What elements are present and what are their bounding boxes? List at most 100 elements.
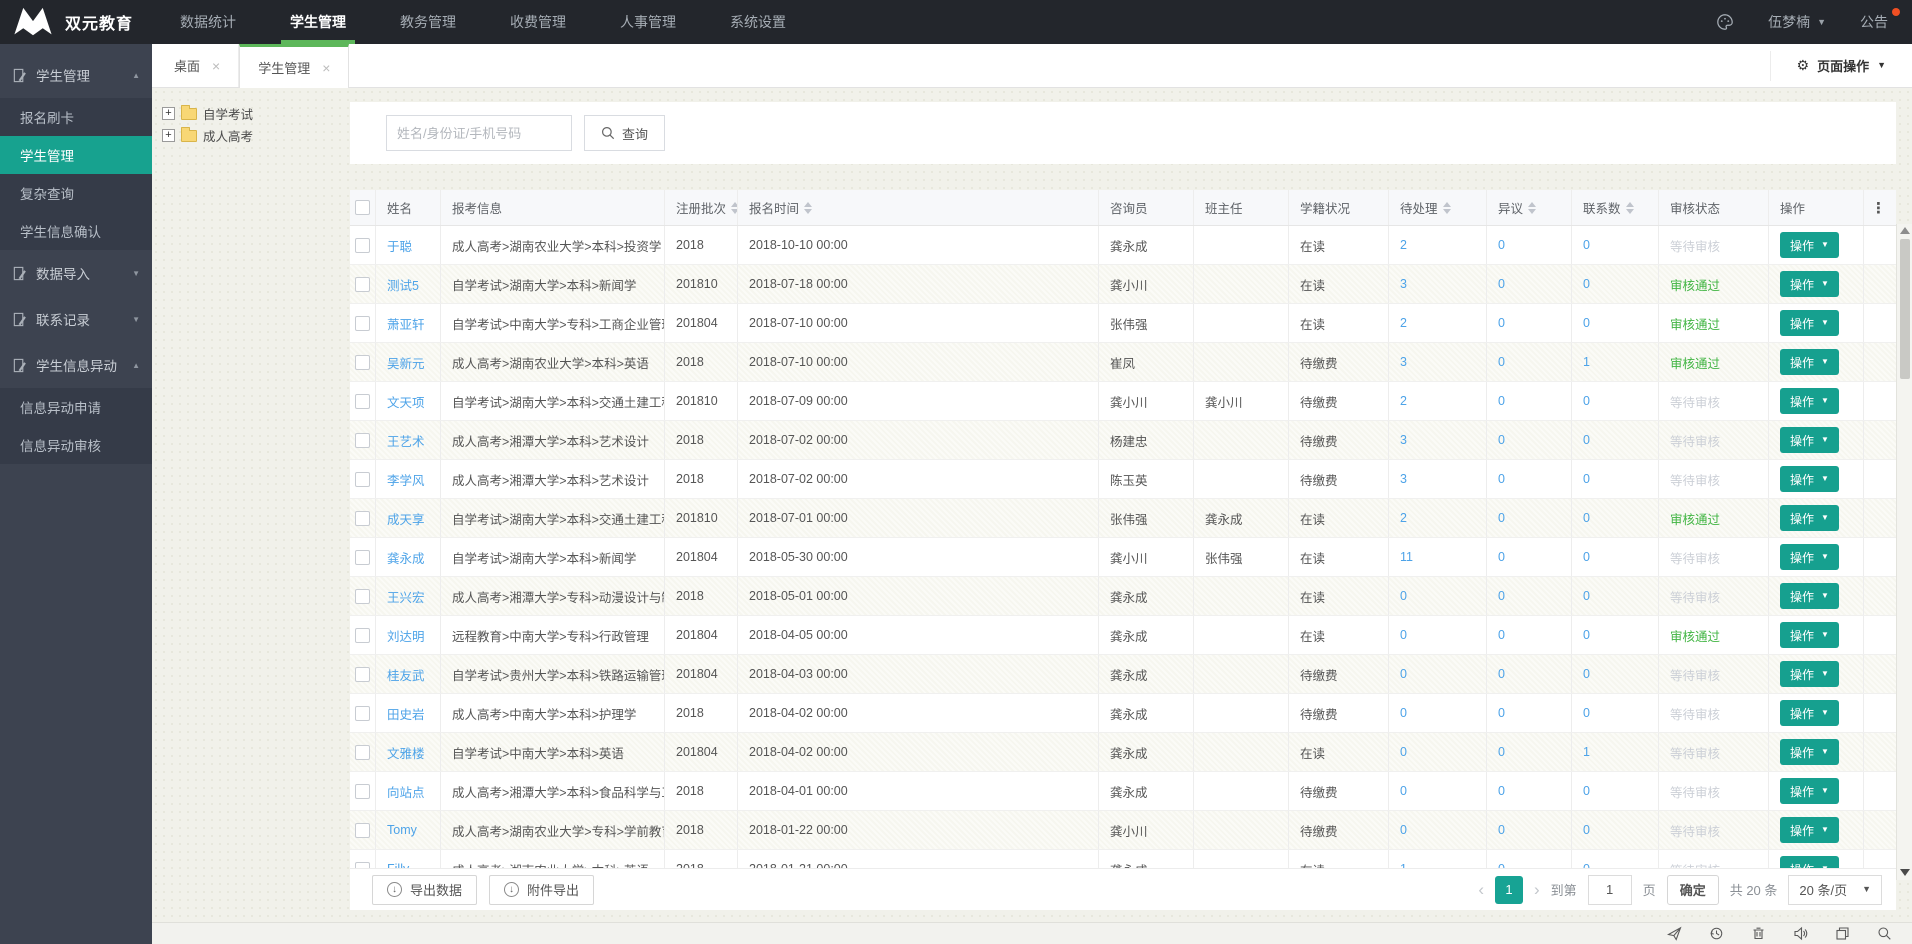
column-header[interactable]: 审核状态 [1659,190,1769,225]
tree-item[interactable]: + 自学考试 [162,102,342,124]
sidebar-item[interactable]: 信息异动审核 [0,426,152,464]
contacts-count-link[interactable]: 0 [1583,823,1590,837]
nav-item[interactable]: 学生管理 [263,0,373,44]
column-header[interactable]: 班主任 [1194,190,1289,225]
row-actions-button[interactable]: 操作 ▼ [1780,505,1839,531]
row-checkbox[interactable] [355,667,370,682]
contacts-count-link[interactable]: 1 [1583,355,1590,369]
row-actions-button[interactable]: 操作 ▼ [1780,349,1839,375]
sort-icon[interactable] [804,202,812,214]
nav-item[interactable]: 系统设置 [703,0,813,44]
row-checkbox[interactable] [355,238,370,253]
sort-icon[interactable] [1528,202,1536,214]
dispute-count-link[interactable]: 0 [1498,238,1505,252]
student-name-link[interactable]: Filly [387,862,409,868]
row-actions-button[interactable]: 操作 ▼ [1780,427,1839,453]
dispute-count-link[interactable]: 0 [1498,706,1505,720]
row-actions-button[interactable]: 操作 ▼ [1780,310,1839,336]
pending-count-link[interactable]: 2 [1400,316,1407,330]
dispute-count-link[interactable]: 0 [1498,745,1505,759]
row-actions-button[interactable]: 操作 ▼ [1780,466,1839,492]
sidebar-item[interactable]: 报名刷卡 [0,98,152,136]
tab-close-icon[interactable]: × [322,61,330,75]
row-actions-button[interactable]: 操作 ▼ [1780,232,1839,258]
column-header[interactable]: 报名时间 [738,190,1099,225]
pending-count-link[interactable]: 0 [1400,589,1407,603]
tab[interactable]: 学生管理 × [239,44,349,88]
student-name-link[interactable]: 吴新元 [387,353,425,372]
sort-icon[interactable] [1443,202,1451,214]
row-actions-button[interactable]: 操作 ▼ [1780,388,1839,414]
speaker-icon[interactable] [1793,926,1808,941]
tree-item[interactable]: + 成人高考 [162,124,342,146]
row-checkbox[interactable] [355,355,370,370]
jump-confirm-button[interactable]: 确定 [1667,875,1719,905]
dispute-count-link[interactable]: 0 [1498,784,1505,798]
row-actions-button[interactable]: 操作 ▼ [1780,856,1839,868]
contacts-count-link[interactable]: 1 [1583,745,1590,759]
pending-count-link[interactable]: 0 [1400,706,1407,720]
column-header[interactable]: 联系数 [1572,190,1659,225]
student-name-link[interactable]: 文天项 [387,392,425,411]
pending-count-link[interactable]: 0 [1400,745,1407,759]
row-checkbox[interactable] [355,433,370,448]
student-name-link[interactable]: 文雅楼 [387,743,425,762]
nav-item[interactable]: 教务管理 [373,0,483,44]
column-header[interactable]: 咨询员 [1099,190,1194,225]
pending-count-link[interactable]: 0 [1400,784,1407,798]
history-icon[interactable] [1709,926,1724,941]
student-name-link[interactable]: 成天享 [387,509,425,528]
contacts-count-link[interactable]: 0 [1583,628,1590,642]
student-name-link[interactable]: 王兴宏 [387,587,425,606]
dispute-count-link[interactable]: 0 [1498,433,1505,447]
search-icon[interactable] [1877,926,1892,941]
contacts-count-link[interactable]: 0 [1583,316,1590,330]
student-name-link[interactable]: 于聪 [387,236,412,255]
rocket-icon[interactable] [1667,926,1682,941]
row-actions-button[interactable]: 操作 ▼ [1780,622,1839,648]
row-checkbox[interactable] [355,316,370,331]
sidebar-item[interactable]: 学生管理 ▲ [0,52,152,98]
column-header[interactable]: 姓名 [376,190,441,225]
dispute-count-link[interactable]: 0 [1498,277,1505,291]
nav-item[interactable]: 人事管理 [593,0,703,44]
contacts-count-link[interactable]: 0 [1583,433,1590,447]
pending-count-link[interactable]: 2 [1400,394,1407,408]
row-checkbox[interactable] [355,394,370,409]
contacts-count-link[interactable]: 0 [1583,394,1590,408]
sidebar-item[interactable]: 复杂查询 [0,174,152,212]
dispute-count-link[interactable]: 0 [1498,316,1505,330]
dispute-count-link[interactable]: 0 [1498,550,1505,564]
pending-count-link[interactable]: 0 [1400,667,1407,681]
sort-icon[interactable] [731,202,738,214]
trash-icon[interactable] [1751,926,1766,941]
row-actions-button[interactable]: 操作 ▼ [1780,544,1839,570]
export-attachments-button[interactable]: ↓ 附件导出 [489,875,594,905]
scroll-down-icon[interactable] [1900,869,1910,876]
pending-count-link[interactable]: 3 [1400,472,1407,486]
row-checkbox[interactable] [355,550,370,565]
student-name-link[interactable]: 桂友武 [387,665,425,684]
student-name-link[interactable]: Tomy [387,823,417,837]
pending-count-link[interactable]: 0 [1400,823,1407,837]
pending-count-link[interactable]: 11 [1400,550,1413,564]
expand-icon[interactable]: + [162,107,175,120]
row-checkbox[interactable] [355,823,370,838]
dispute-count-link[interactable]: 0 [1498,589,1505,603]
student-name-link[interactable]: 田史岩 [387,704,425,723]
student-name-link[interactable]: 测试5 [387,275,419,294]
student-name-link[interactable]: 龚永成 [387,548,425,567]
column-header[interactable]: 学籍状况 [1289,190,1389,225]
select-all-checkbox[interactable] [355,200,370,215]
student-name-link[interactable]: 刘达明 [387,626,425,645]
theme-palette-icon[interactable] [1716,13,1734,31]
sidebar-item[interactable]: 学生管理 [0,136,152,174]
student-name-link[interactable]: 萧亚轩 [387,314,425,333]
row-checkbox[interactable] [355,862,370,869]
row-actions-button[interactable]: 操作 ▼ [1780,739,1839,765]
pending-count-link[interactable]: 2 [1400,511,1407,525]
page-size-select[interactable]: 20 条/页 ▼ [1788,875,1882,905]
row-checkbox[interactable] [355,277,370,292]
sidebar-item[interactable]: 联系记录 ▼ [0,296,152,342]
pending-count-link[interactable]: 3 [1400,277,1407,291]
